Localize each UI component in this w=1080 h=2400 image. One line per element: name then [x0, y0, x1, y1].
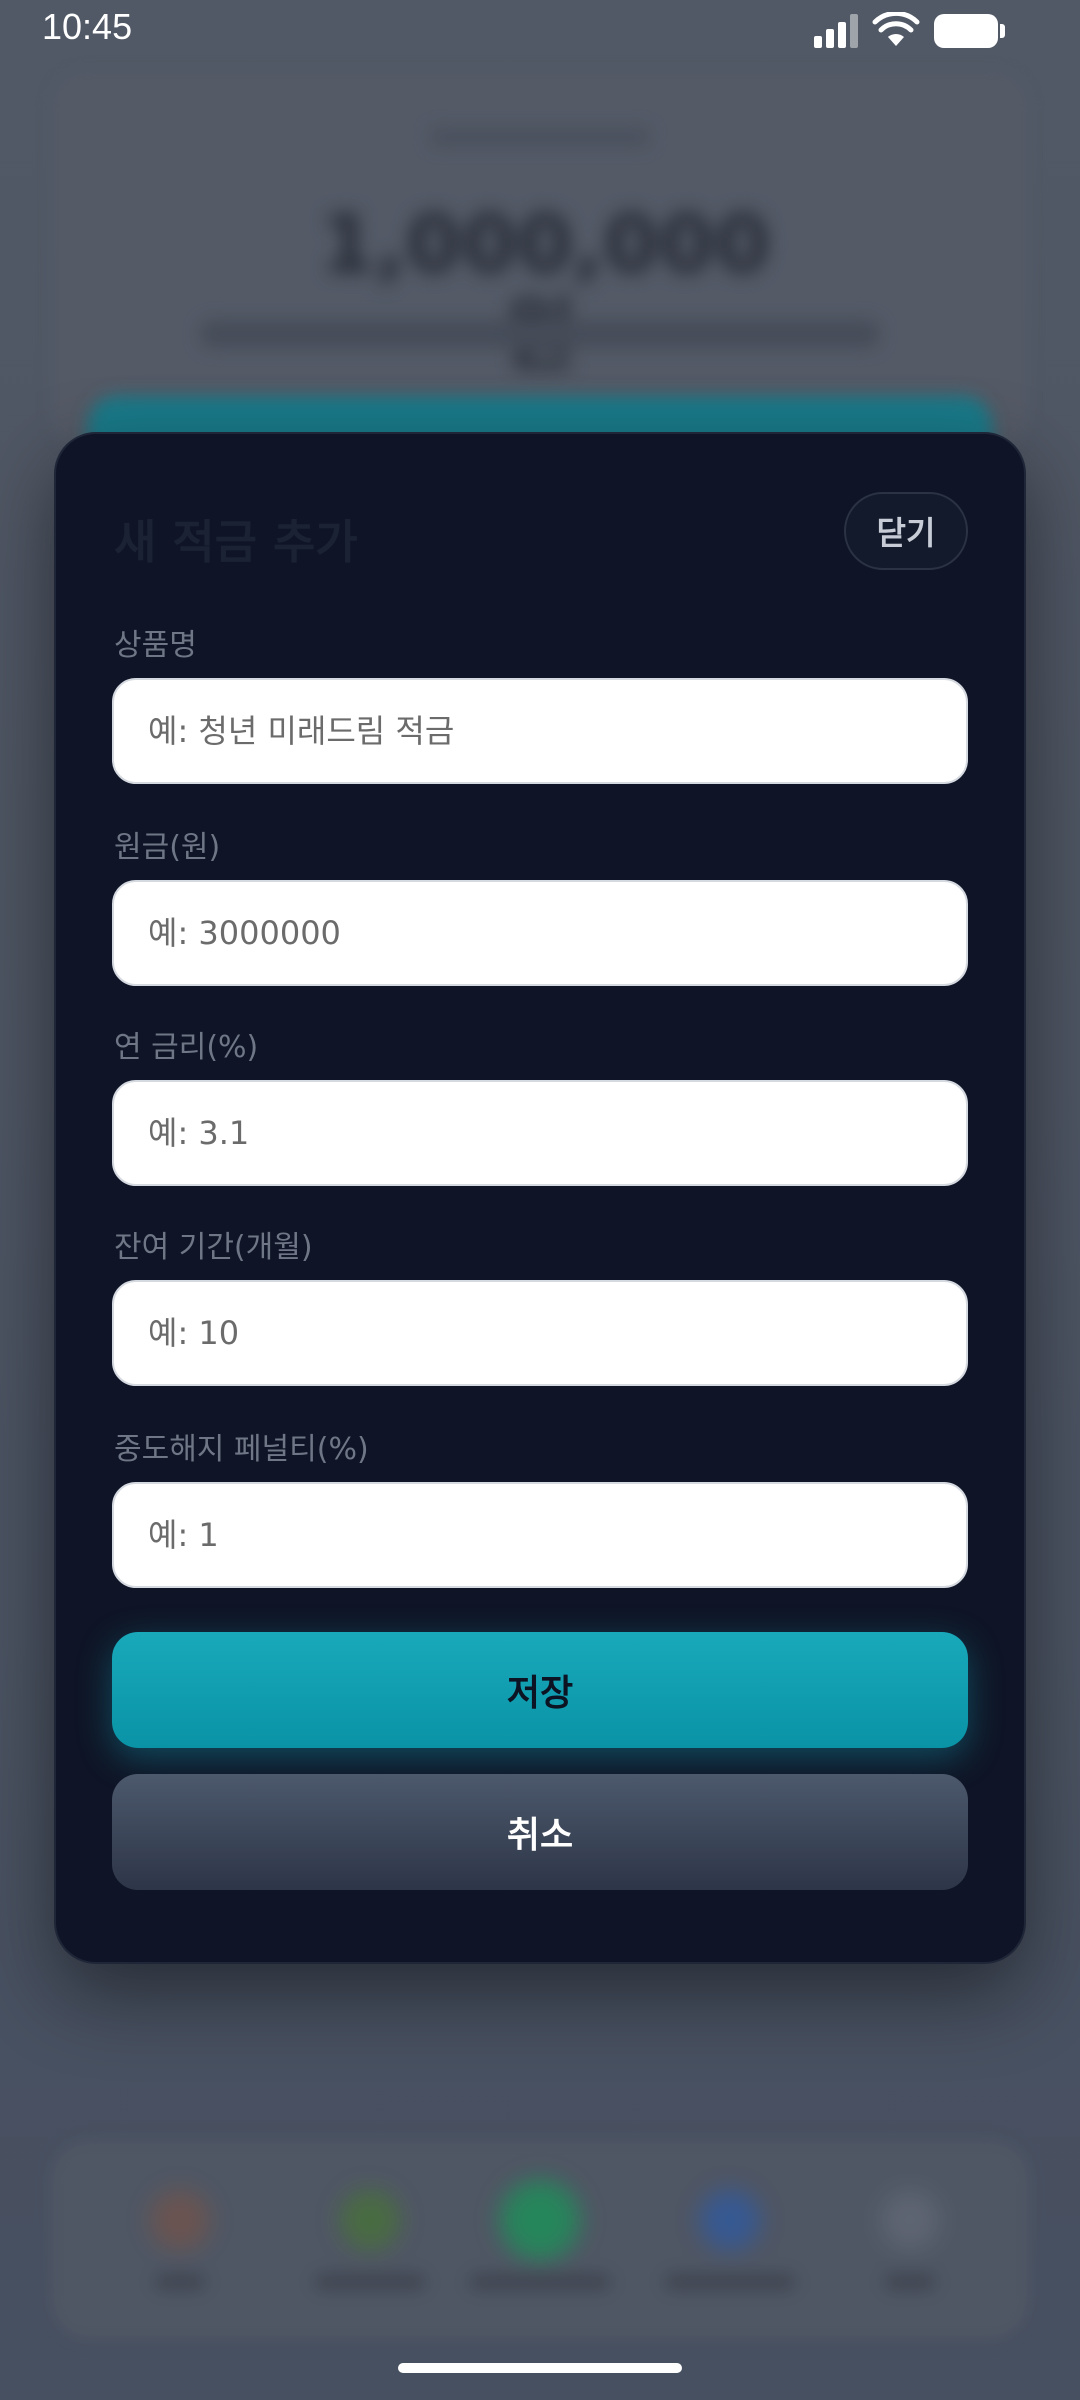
home-indicator[interactable]: [398, 2363, 682, 2373]
penalty-input[interactable]: [112, 1482, 968, 1588]
modal-title: 새 적금 추가: [114, 515, 358, 569]
product-name-input[interactable]: [112, 678, 968, 784]
remaining-period-input[interactable]: [112, 1280, 968, 1386]
cancel-button[interactable]: 취소: [112, 1774, 968, 1890]
save-button[interactable]: 저장: [112, 1632, 968, 1748]
principal-label: 원금(원): [114, 830, 221, 865]
close-button[interactable]: 닫기: [844, 492, 968, 570]
interest-rate-input[interactable]: [112, 1080, 968, 1186]
remaining-period-label: 잔여 기간(개월): [114, 1230, 313, 1265]
interest-rate-label: 연 금리(%): [114, 1030, 259, 1065]
add-savings-modal: 새 적금 추가 닫기 상품명 원금(원) 연 금리(%) 잔여 기간(개월) 중…: [54, 432, 1026, 1964]
wifi-icon: [872, 12, 920, 46]
penalty-label: 중도해지 페널티(%): [114, 1432, 369, 1467]
signal-icon: [814, 14, 860, 48]
product-name-label: 상품명: [114, 628, 197, 663]
status-time: 10:45: [42, 6, 133, 47]
status-bar: 10:45: [0, 0, 1080, 62]
battery-icon: [934, 14, 1005, 48]
principal-input[interactable]: [112, 880, 968, 986]
